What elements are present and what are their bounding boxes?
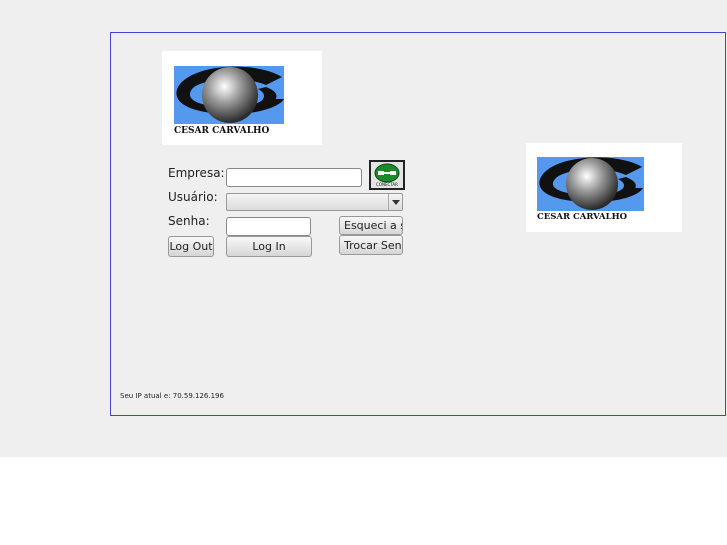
senha-input[interactable]	[226, 217, 311, 236]
logout-button[interactable]: Log Out	[168, 236, 214, 257]
empresa-label: Empresa:	[168, 166, 225, 180]
logo-text-small: CESAR CARVALHO	[537, 212, 628, 222]
conectar-icon: CONECTAR	[371, 162, 403, 188]
logo-text: CESAR CARVALHO	[174, 126, 270, 136]
usuario-label: Usuário:	[168, 190, 218, 204]
logo-graphic: CESAR CARVALHO	[174, 66, 284, 136]
logo-graphic-small: CESAR CARVALHO	[537, 157, 644, 222]
login-button[interactable]: Log In	[226, 236, 312, 257]
forgot-password-button[interactable]: Esqueci a senha	[339, 216, 403, 235]
conectar-text: CONECTAR	[376, 182, 398, 187]
senha-label: Senha:	[168, 214, 210, 228]
chevron-down-icon[interactable]	[388, 194, 402, 210]
usuario-select[interactable]	[226, 193, 403, 211]
company-logo-large: CESAR CARVALHO	[162, 51, 322, 145]
empresa-input[interactable]	[226, 168, 362, 187]
conectar-button[interactable]: CONECTAR	[369, 160, 405, 190]
change-password-button[interactable]: Trocar Senha	[339, 235, 403, 255]
company-logo-small: CESAR CARVALHO	[526, 143, 682, 232]
ip-address-text: Seu IP atual e: 70.59.126.196	[120, 392, 224, 400]
